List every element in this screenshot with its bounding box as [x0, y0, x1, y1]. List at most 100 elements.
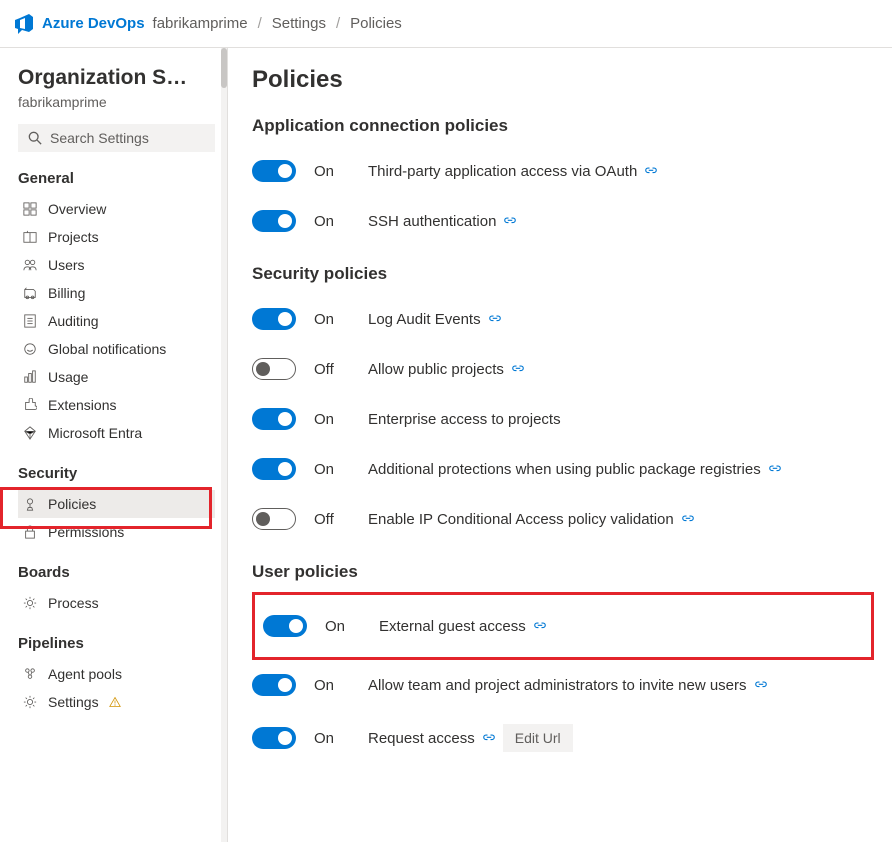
nav-section-title: General	[18, 170, 215, 187]
permissions-icon	[22, 525, 38, 539]
policy-label-text: Enterprise access to projects	[368, 411, 561, 428]
breadcrumb: fabrikamprime / Settings / Policies	[153, 15, 402, 32]
sidebar-item-label: Process	[48, 595, 99, 611]
auditing-icon	[22, 314, 38, 328]
policy-label: Allow team and project administrators to…	[368, 677, 874, 694]
users-icon	[22, 258, 38, 272]
projects-icon	[22, 230, 38, 244]
link-icon[interactable]	[645, 165, 657, 177]
product-logo-block[interactable]: Azure DevOps	[14, 14, 145, 34]
policy-row: On Allow team and project administrators …	[252, 660, 874, 710]
breadcrumb-separator: /	[258, 15, 262, 32]
link-icon[interactable]	[682, 513, 694, 525]
toggle-state-label: Off	[314, 511, 350, 528]
notifications-icon	[22, 342, 38, 356]
link-icon[interactable]	[755, 679, 767, 691]
search-settings-input[interactable]: Search Settings	[18, 124, 215, 152]
policy-label-text: Allow team and project administrators to…	[368, 677, 747, 694]
sidebar-item-label: Usage	[48, 369, 88, 385]
policy-label-text: Allow public projects	[368, 361, 504, 378]
toggle[interactable]	[252, 458, 296, 480]
breadcrumb-org[interactable]: fabrikamprime	[153, 15, 248, 32]
sidebar-item-label: Settings	[48, 694, 99, 710]
policy-row: OnAdditional protections when using publ…	[252, 444, 874, 494]
sidebar-item-label: Users	[48, 257, 85, 273]
policy-row: OnEnterprise access to projects	[252, 394, 874, 444]
sidebar-item-permissions[interactable]: Permissions	[18, 518, 215, 546]
policy-label: SSH authentication	[368, 213, 874, 230]
sidebar-item-settings[interactable]: Settings	[18, 688, 215, 716]
link-icon[interactable]	[769, 463, 781, 475]
sidebar-item-agent-pools[interactable]: Agent pools	[18, 660, 215, 688]
link-icon[interactable]	[483, 732, 495, 744]
policy-label: Request access Edit Url	[368, 724, 874, 752]
link-icon[interactable]	[489, 313, 501, 325]
dashboard-icon	[22, 202, 38, 216]
policies-icon	[22, 497, 38, 511]
pipeline-settings-icon	[22, 695, 38, 709]
policy-row: OnRequest accessEdit Url	[252, 710, 874, 766]
usage-icon	[22, 370, 38, 384]
policy-label-text: Enable IP Conditional Access policy vali…	[368, 511, 674, 528]
toggle[interactable]	[252, 674, 296, 696]
entra-icon	[22, 426, 38, 440]
search-placeholder: Search Settings	[50, 130, 149, 146]
toggle[interactable]	[252, 308, 296, 330]
toggle[interactable]	[252, 727, 296, 749]
sidebar-item-label: Policies	[48, 496, 96, 512]
toggle[interactable]	[263, 615, 307, 637]
policy-section-title: Security policies	[252, 264, 874, 284]
sidebar-scrollbar[interactable]	[221, 48, 227, 842]
org-settings-title: Organization S…	[18, 66, 215, 90]
breadcrumb-settings[interactable]: Settings	[272, 15, 326, 32]
link-icon[interactable]	[504, 215, 516, 227]
sidebar-item-usage[interactable]: Usage	[18, 363, 215, 391]
sidebar-item-billing[interactable]: Billing	[18, 279, 215, 307]
sidebar-item-auditing[interactable]: Auditing	[18, 307, 215, 335]
toggle-state-label: On	[314, 677, 350, 694]
policy-label-text: SSH authentication	[368, 213, 496, 230]
search-icon	[28, 131, 42, 145]
toggle-state-label: Off	[314, 361, 350, 378]
sidebar-item-extensions[interactable]: Extensions	[18, 391, 215, 419]
header: Azure DevOps fabrikamprime / Settings / …	[0, 0, 892, 48]
product-name[interactable]: Azure DevOps	[42, 15, 145, 32]
policy-section-title: User policies	[252, 562, 874, 582]
policy-row: OnExternal guest access	[263, 601, 863, 651]
breadcrumb-policies[interactable]: Policies	[350, 15, 402, 32]
sidebar-item-policies[interactable]: Policies	[18, 490, 215, 518]
sidebar-item-users[interactable]: Users	[18, 251, 215, 279]
link-icon[interactable]	[512, 363, 524, 375]
toggle[interactable]	[252, 358, 296, 380]
toggle[interactable]	[252, 210, 296, 232]
billing-icon	[22, 286, 38, 300]
sidebar-item-label: Projects	[48, 229, 99, 245]
main-content: Policies Application connection policies…	[228, 48, 892, 842]
sidebar-item-global-notifications[interactable]: Global notifications	[18, 335, 215, 363]
sidebar-item-label: Extensions	[48, 397, 116, 413]
policy-label: Enable IP Conditional Access policy vali…	[368, 511, 874, 528]
policy-label: Log Audit Events	[368, 311, 874, 328]
edit-url-button[interactable]: Edit Url	[503, 724, 573, 752]
sidebar: Organization S… fabrikamprime Search Set…	[0, 48, 228, 842]
breadcrumb-separator: /	[336, 15, 340, 32]
sidebar-item-overview[interactable]: Overview	[18, 195, 215, 223]
sidebar-item-process[interactable]: Process	[18, 589, 215, 617]
policy-label-text: Request access	[368, 730, 475, 747]
link-icon[interactable]	[534, 620, 546, 632]
toggle[interactable]	[252, 508, 296, 530]
policy-row: OnLog Audit Events	[252, 294, 874, 344]
policy-label: Allow public projects	[368, 361, 874, 378]
org-name: fabrikamprime	[18, 94, 215, 110]
policy-row: Off Enable IP Conditional Access policy v…	[252, 494, 874, 544]
policy-section-title: Application connection policies	[252, 116, 874, 136]
policy-label-text: Third-party application access via OAuth	[368, 163, 637, 180]
policy-label-text: External guest access	[379, 618, 526, 635]
policy-label-text: Log Audit Events	[368, 311, 481, 328]
policy-label: Additional protections when using public…	[368, 461, 874, 478]
sidebar-item-label: Billing	[48, 285, 85, 301]
toggle[interactable]	[252, 160, 296, 182]
sidebar-item-microsoft-entra[interactable]: Microsoft Entra	[18, 419, 215, 447]
sidebar-item-projects[interactable]: Projects	[18, 223, 215, 251]
toggle[interactable]	[252, 408, 296, 430]
